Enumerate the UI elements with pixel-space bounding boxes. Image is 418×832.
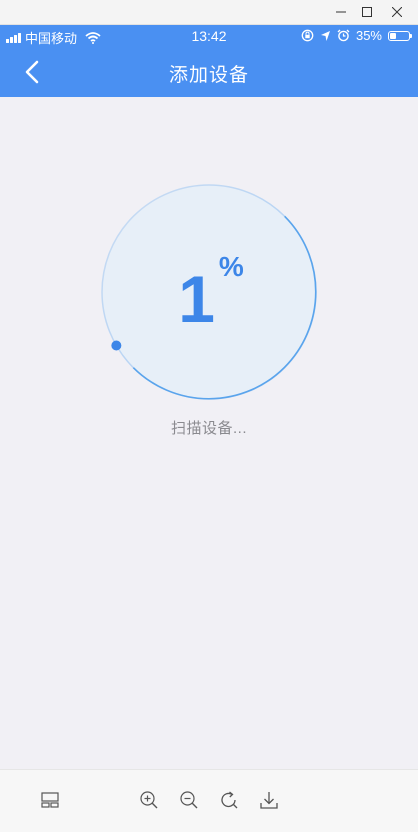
progress-value: 1 (178, 262, 215, 336)
minimize-button[interactable] (328, 2, 354, 22)
download-icon (260, 792, 278, 809)
zoom-out-button[interactable] (177, 788, 201, 812)
battery-level (390, 32, 396, 39)
bottom-toolbar (0, 769, 418, 832)
location-icon (320, 30, 330, 41)
alarm-icon (337, 29, 350, 42)
download-button[interactable] (257, 788, 281, 812)
zoom-in-button[interactable] (137, 788, 161, 812)
layout-button[interactable] (38, 788, 62, 812)
battery-percent: 35% (355, 28, 382, 43)
minimize-icon (336, 11, 346, 13)
progress-readout: 1 % (101, 185, 317, 401)
navigation-bar: 添加设备 (0, 47, 418, 97)
status-right: 35% (301, 28, 412, 43)
zoom-out-icon (180, 791, 198, 809)
status-bar: 中国移动 13:42 35% (0, 25, 418, 47)
maximize-icon (362, 7, 372, 17)
scan-status-text: 扫描设备... (170, 420, 247, 437)
page-title: 添加设备 (168, 65, 249, 86)
main-content: 1 % 扫描设备... (0, 97, 418, 769)
maximize-button[interactable] (354, 2, 380, 22)
zoom-in-icon (140, 791, 158, 809)
orientation-lock-icon (301, 29, 314, 42)
close-window-button[interactable] (384, 2, 410, 22)
close-icon (392, 7, 402, 17)
rotate-button[interactable] (217, 788, 241, 812)
window-title-bar (0, 0, 418, 25)
progress-unit: % (218, 251, 244, 282)
battery-icon (388, 30, 412, 41)
layout-icon (41, 792, 59, 808)
rotate-icon (221, 791, 238, 809)
